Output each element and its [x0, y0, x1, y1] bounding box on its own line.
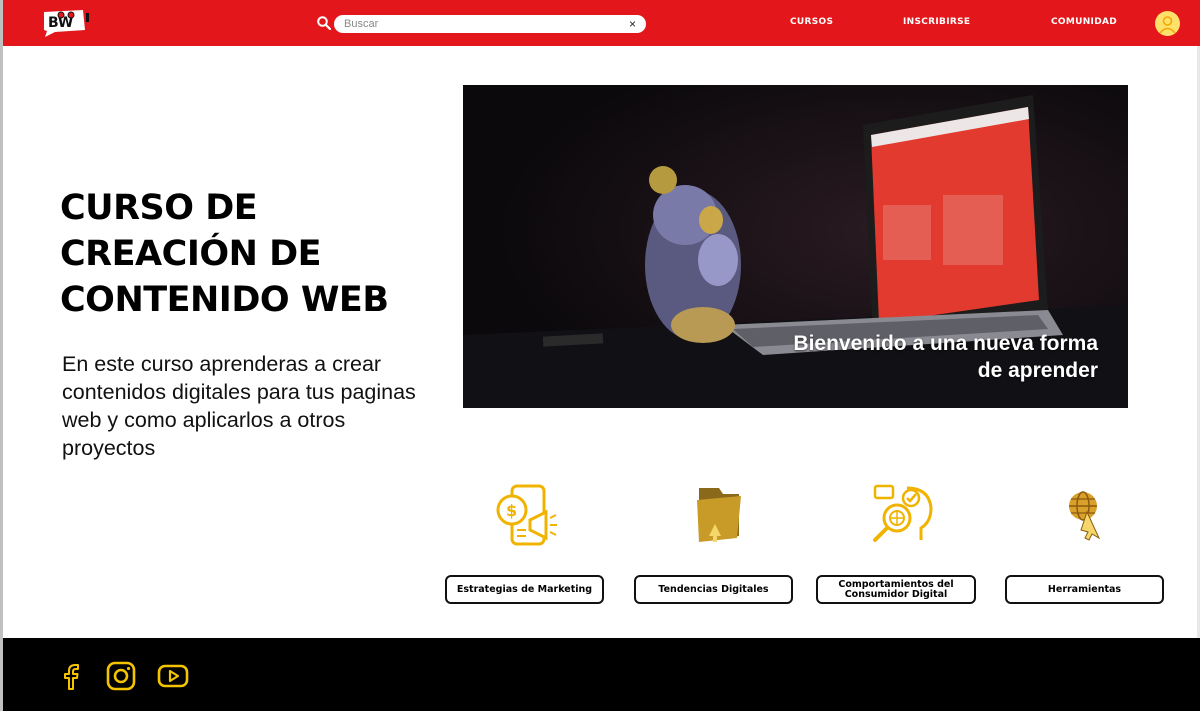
category-marketing-button[interactable]: Estrategias de Marketing: [445, 575, 604, 604]
hero-image: Bienvenido a una nueva forma de aprender: [463, 85, 1128, 408]
nav-comunidad[interactable]: COMUNIDAD: [1051, 17, 1117, 27]
user-icon: [1159, 16, 1176, 34]
svg-text:$: $: [506, 501, 517, 520]
nav-cursos[interactable]: CURSOS: [790, 17, 833, 27]
clear-search-icon[interactable]: ×: [629, 18, 636, 30]
brand-logo[interactable]: BW: [41, 8, 93, 38]
search-icon[interactable]: [317, 16, 331, 30]
hero-caption: Bienvenido a una nueva forma de aprender: [793, 332, 1098, 382]
search-box: ×: [334, 15, 646, 33]
user-avatar[interactable]: [1155, 11, 1180, 36]
category-consumer-button[interactable]: Comportamientos del Consumidor Digital: [816, 575, 976, 604]
globe-cursor-icon: [1069, 491, 1101, 541]
marketing-icon: $: [496, 484, 557, 546]
facebook-icon[interactable]: [56, 660, 88, 692]
top-navbar: BW × CURSOS INSCRIBIRSE COMUNIDAD: [3, 0, 1200, 46]
nav-inscribirse[interactable]: INSCRIBIRSE: [903, 17, 970, 27]
youtube-icon[interactable]: [157, 660, 189, 692]
consumer-behavior-icon: [873, 484, 933, 542]
course-title: CURSO DE CREACIÓN DE CONTENIDO WEB: [60, 188, 389, 320]
course-description: En este curso aprenderas a crear conteni…: [62, 352, 416, 460]
instagram-icon[interactable]: [105, 660, 137, 692]
category-trends-button[interactable]: Tendencias Digitales: [634, 575, 793, 604]
category-tools-button[interactable]: Herramientas: [1005, 575, 1164, 604]
page: BW × CURSOS INSCRIBIRSE COMUNIDAD CURSO …: [0, 0, 1200, 711]
folder-icon: [697, 488, 741, 542]
search-input[interactable]: [344, 18, 629, 30]
